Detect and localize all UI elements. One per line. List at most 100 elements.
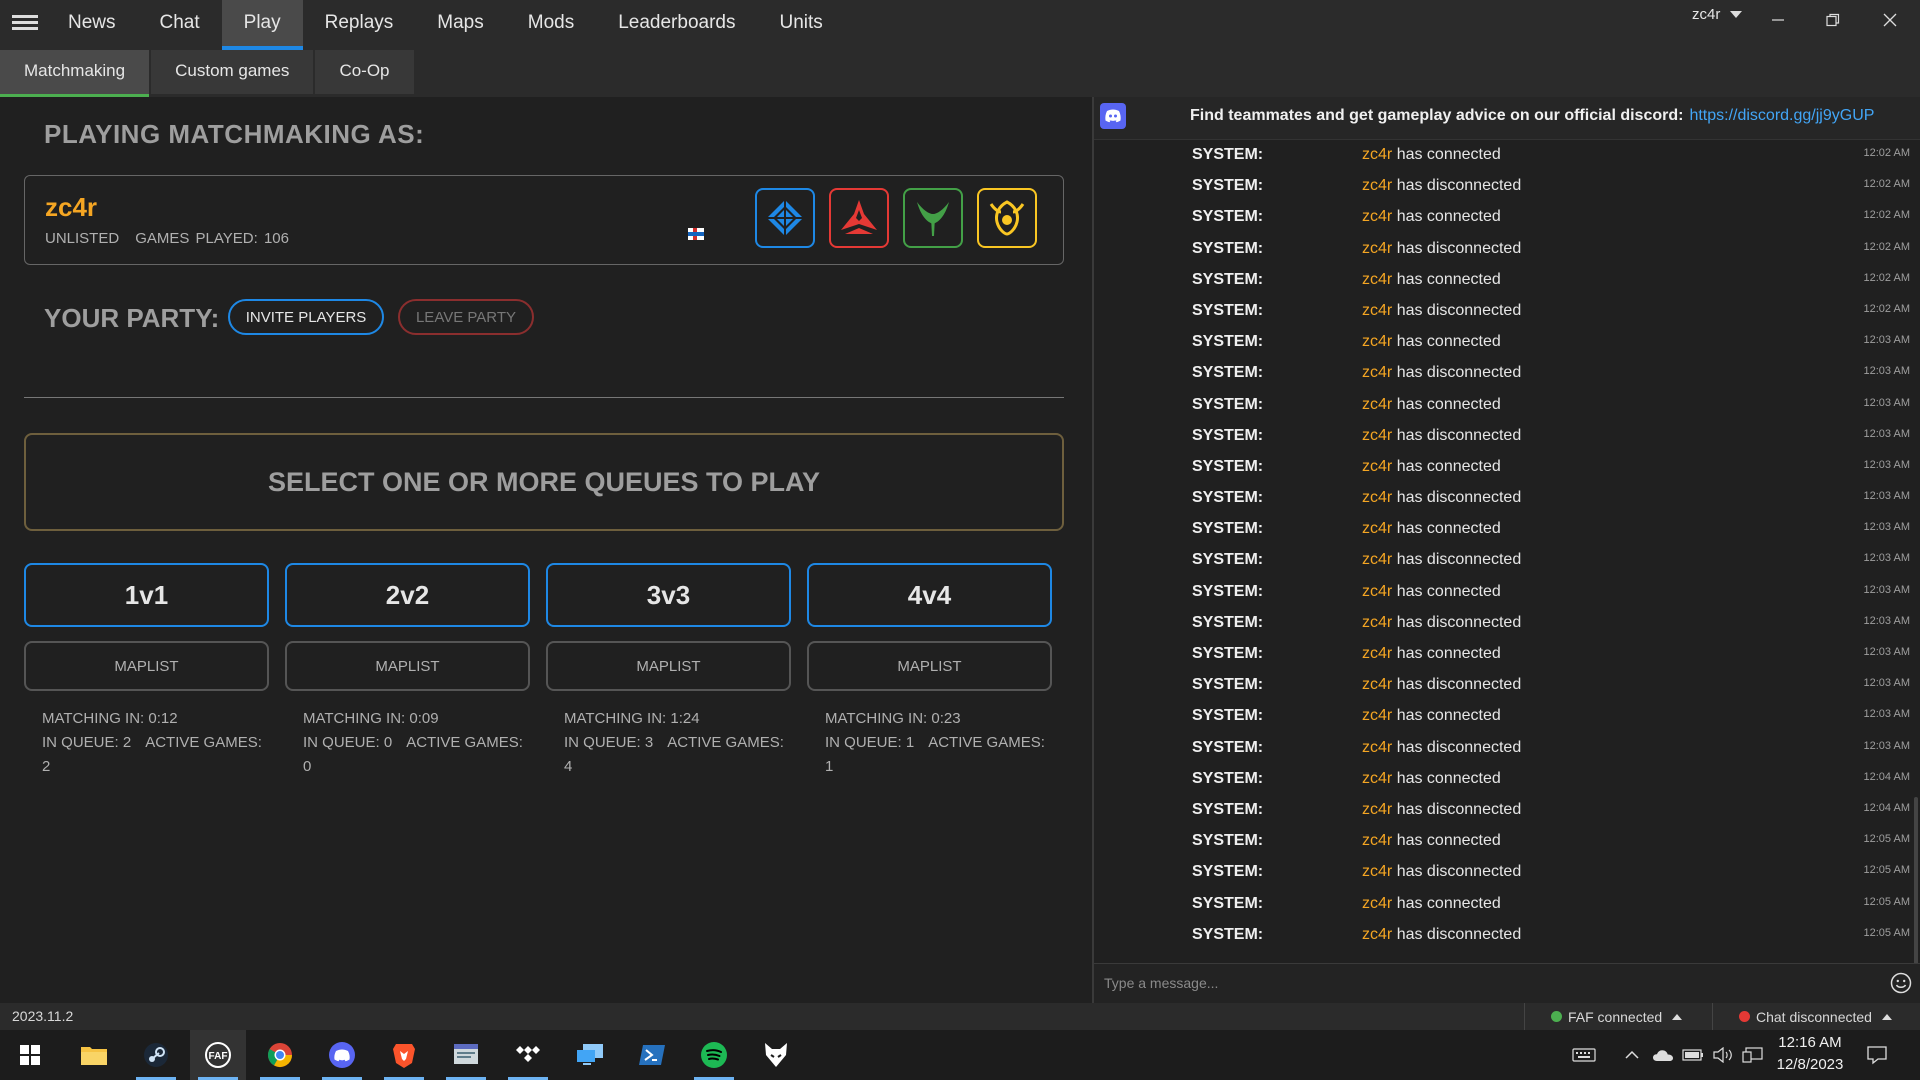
taskbar-clock[interactable]: 12:16 AM 12/8/2023 [1768,1032,1852,1076]
tab-play[interactable]: Play [221,0,303,50]
spotify-icon[interactable] [686,1030,742,1080]
subtab-custom-games[interactable]: Custom games [151,50,314,94]
tab-mods[interactable]: Mods [506,0,596,50]
chat-message-input[interactable]: Type a message... [1104,975,1218,991]
subtab-matchmaking[interactable]: Matchmaking [0,50,150,97]
queue-4v4-button[interactable]: 4v4 [807,563,1052,627]
uef-faction-button[interactable] [755,188,815,248]
message-nick[interactable]: zc4r [1362,801,1392,818]
steam-icon[interactable] [128,1030,184,1080]
tab-replays[interactable]: Replays [303,0,416,50]
discord-app-icon[interactable] [314,1030,370,1080]
tab-leaderboards[interactable]: Leaderboards [596,0,757,50]
chat-message: SYSTEM: zc4r has disconnected 12:02 AM [1094,172,1920,203]
aeon-faction-button[interactable] [903,188,963,248]
message-sender: SYSTEM: [1192,333,1264,351]
message-body: zc4r has disconnected [1362,739,1521,757]
message-nick[interactable]: zc4r [1362,240,1392,257]
message-nick[interactable]: zc4r [1362,302,1392,319]
faf-client-icon[interactable]: FAF [190,1030,246,1080]
chat-message: SYSTEM: zc4r has connected 12:03 AM [1094,515,1920,546]
network-icon[interactable] [1742,1030,1764,1080]
message-nick[interactable]: zc4r [1362,770,1392,787]
maplist-4v4-button[interactable]: MAPLIST [807,641,1052,691]
message-nick[interactable]: zc4r [1362,458,1392,475]
tidal-icon[interactable] [500,1030,556,1080]
queue-2v2-button[interactable]: 2v2 [285,563,530,627]
message-nick[interactable]: zc4r [1362,832,1392,849]
invite-players-button[interactable]: INVITE PLAYERS [228,299,384,335]
message-nick[interactable]: zc4r [1362,676,1392,693]
close-button[interactable] [1872,6,1908,34]
message-nick[interactable]: zc4r [1362,427,1392,444]
message-nick[interactable]: zc4r [1362,177,1392,194]
minimize-button[interactable] [1760,6,1796,34]
powershell-icon[interactable] [624,1030,680,1080]
tab-units[interactable]: Units [757,0,844,50]
message-text: has connected [1396,333,1501,351]
maplist-2v2-button[interactable]: MAPLIST [285,641,530,691]
seraphim-faction-button[interactable] [977,188,1037,248]
remote-desktop-icon[interactable] [562,1030,618,1080]
tab-maps[interactable]: Maps [415,0,505,50]
message-nick[interactable]: zc4r [1362,520,1392,537]
volume-icon[interactable] [1712,1030,1734,1080]
message-nick[interactable]: zc4r [1362,926,1392,943]
maplist-1v1-button[interactable]: MAPLIST [24,641,269,691]
status-bar: 2023.11.2 FAF connected Chat disconnecte… [0,1003,1920,1030]
subtab-co-op[interactable]: Co-Op [315,50,414,94]
message-sender: SYSTEM: [1192,707,1264,725]
chat-message-list[interactable]: SYSTEM: zc4r has connected 12:02 AM SYSTEM:… [1094,141,1920,952]
message-nick[interactable]: zc4r [1362,739,1392,756]
message-nick[interactable]: zc4r [1362,583,1392,600]
message-nick[interactable]: zc4r [1362,551,1392,568]
chat-message: SYSTEM: zc4r has disconnected 12:03 AM [1094,422,1920,453]
tab-news[interactable]: News [46,0,138,50]
message-sender: SYSTEM: [1192,270,1264,288]
message-nick[interactable]: zc4r [1362,489,1392,506]
queue-1v1-button[interactable]: 1v1 [24,563,269,627]
battery-icon[interactable] [1682,1030,1704,1080]
tab-chat[interactable]: Chat [138,0,222,50]
chat-message: SYSTEM: zc4r has connected 12:02 AM [1094,141,1920,172]
message-nick[interactable]: zc4r [1362,271,1392,288]
discord-link[interactable]: https://discord.gg/jj9yGUP [1689,107,1874,124]
message-nick[interactable]: zc4r [1362,707,1392,724]
message-nick[interactable]: zc4r [1362,863,1392,880]
brave-icon[interactable] [376,1030,432,1080]
onedrive-cloud-icon[interactable] [1652,1030,1674,1080]
queue-1v1-stats: MATCHING IN: 0:12 IN QUEUE: 2 ACTIVE GAME… [24,707,269,779]
player-stats: UNLISTED GAMES PLAYED: 106 [45,230,289,247]
queue-3v3-button[interactable]: 3v3 [546,563,791,627]
leave-party-button[interactable]: LEAVE PARTY [398,299,534,335]
chat-message: SYSTEM: zc4r has disconnected 12:03 AM [1094,359,1920,390]
message-sender: SYSTEM: [1192,800,1264,818]
faf-connection-status[interactable]: FAF connected [1524,1003,1710,1030]
message-nick[interactable]: zc4r [1362,333,1392,350]
message-nick[interactable]: zc4r [1362,208,1392,225]
message-nick[interactable]: zc4r [1362,645,1392,662]
message-nick[interactable]: zc4r [1362,146,1392,163]
message-nick[interactable]: zc4r [1362,895,1392,912]
file-explorer-icon[interactable] [66,1030,122,1080]
app-window-icon[interactable] [438,1030,494,1080]
fox-app-icon[interactable] [748,1030,804,1080]
message-nick[interactable]: zc4r [1362,614,1392,631]
message-nick[interactable]: zc4r [1362,364,1392,381]
cybran-faction-button[interactable] [829,188,889,248]
keyboard-icon[interactable] [1572,1030,1596,1080]
chat-connection-status[interactable]: Chat disconnected [1712,1003,1920,1030]
user-menu[interactable]: zc4r [1692,6,1743,23]
message-nick[interactable]: zc4r [1362,396,1392,413]
chrome-icon[interactable] [252,1030,308,1080]
emoji-icon[interactable] [1890,972,1912,994]
maplist-3v3-button[interactable]: MAPLIST [546,641,791,691]
notification-center-icon[interactable] [1866,1030,1888,1080]
matching-in: MATCHING IN: 1:24 [564,710,700,727]
restore-button[interactable] [1815,6,1851,34]
chevron-up-icon[interactable] [1624,1030,1640,1080]
message-body: zc4r has disconnected [1362,427,1521,445]
message-text: has connected [1396,645,1501,662]
hamburger-menu-icon[interactable] [12,12,38,36]
windows-start-icon[interactable] [2,1030,58,1080]
